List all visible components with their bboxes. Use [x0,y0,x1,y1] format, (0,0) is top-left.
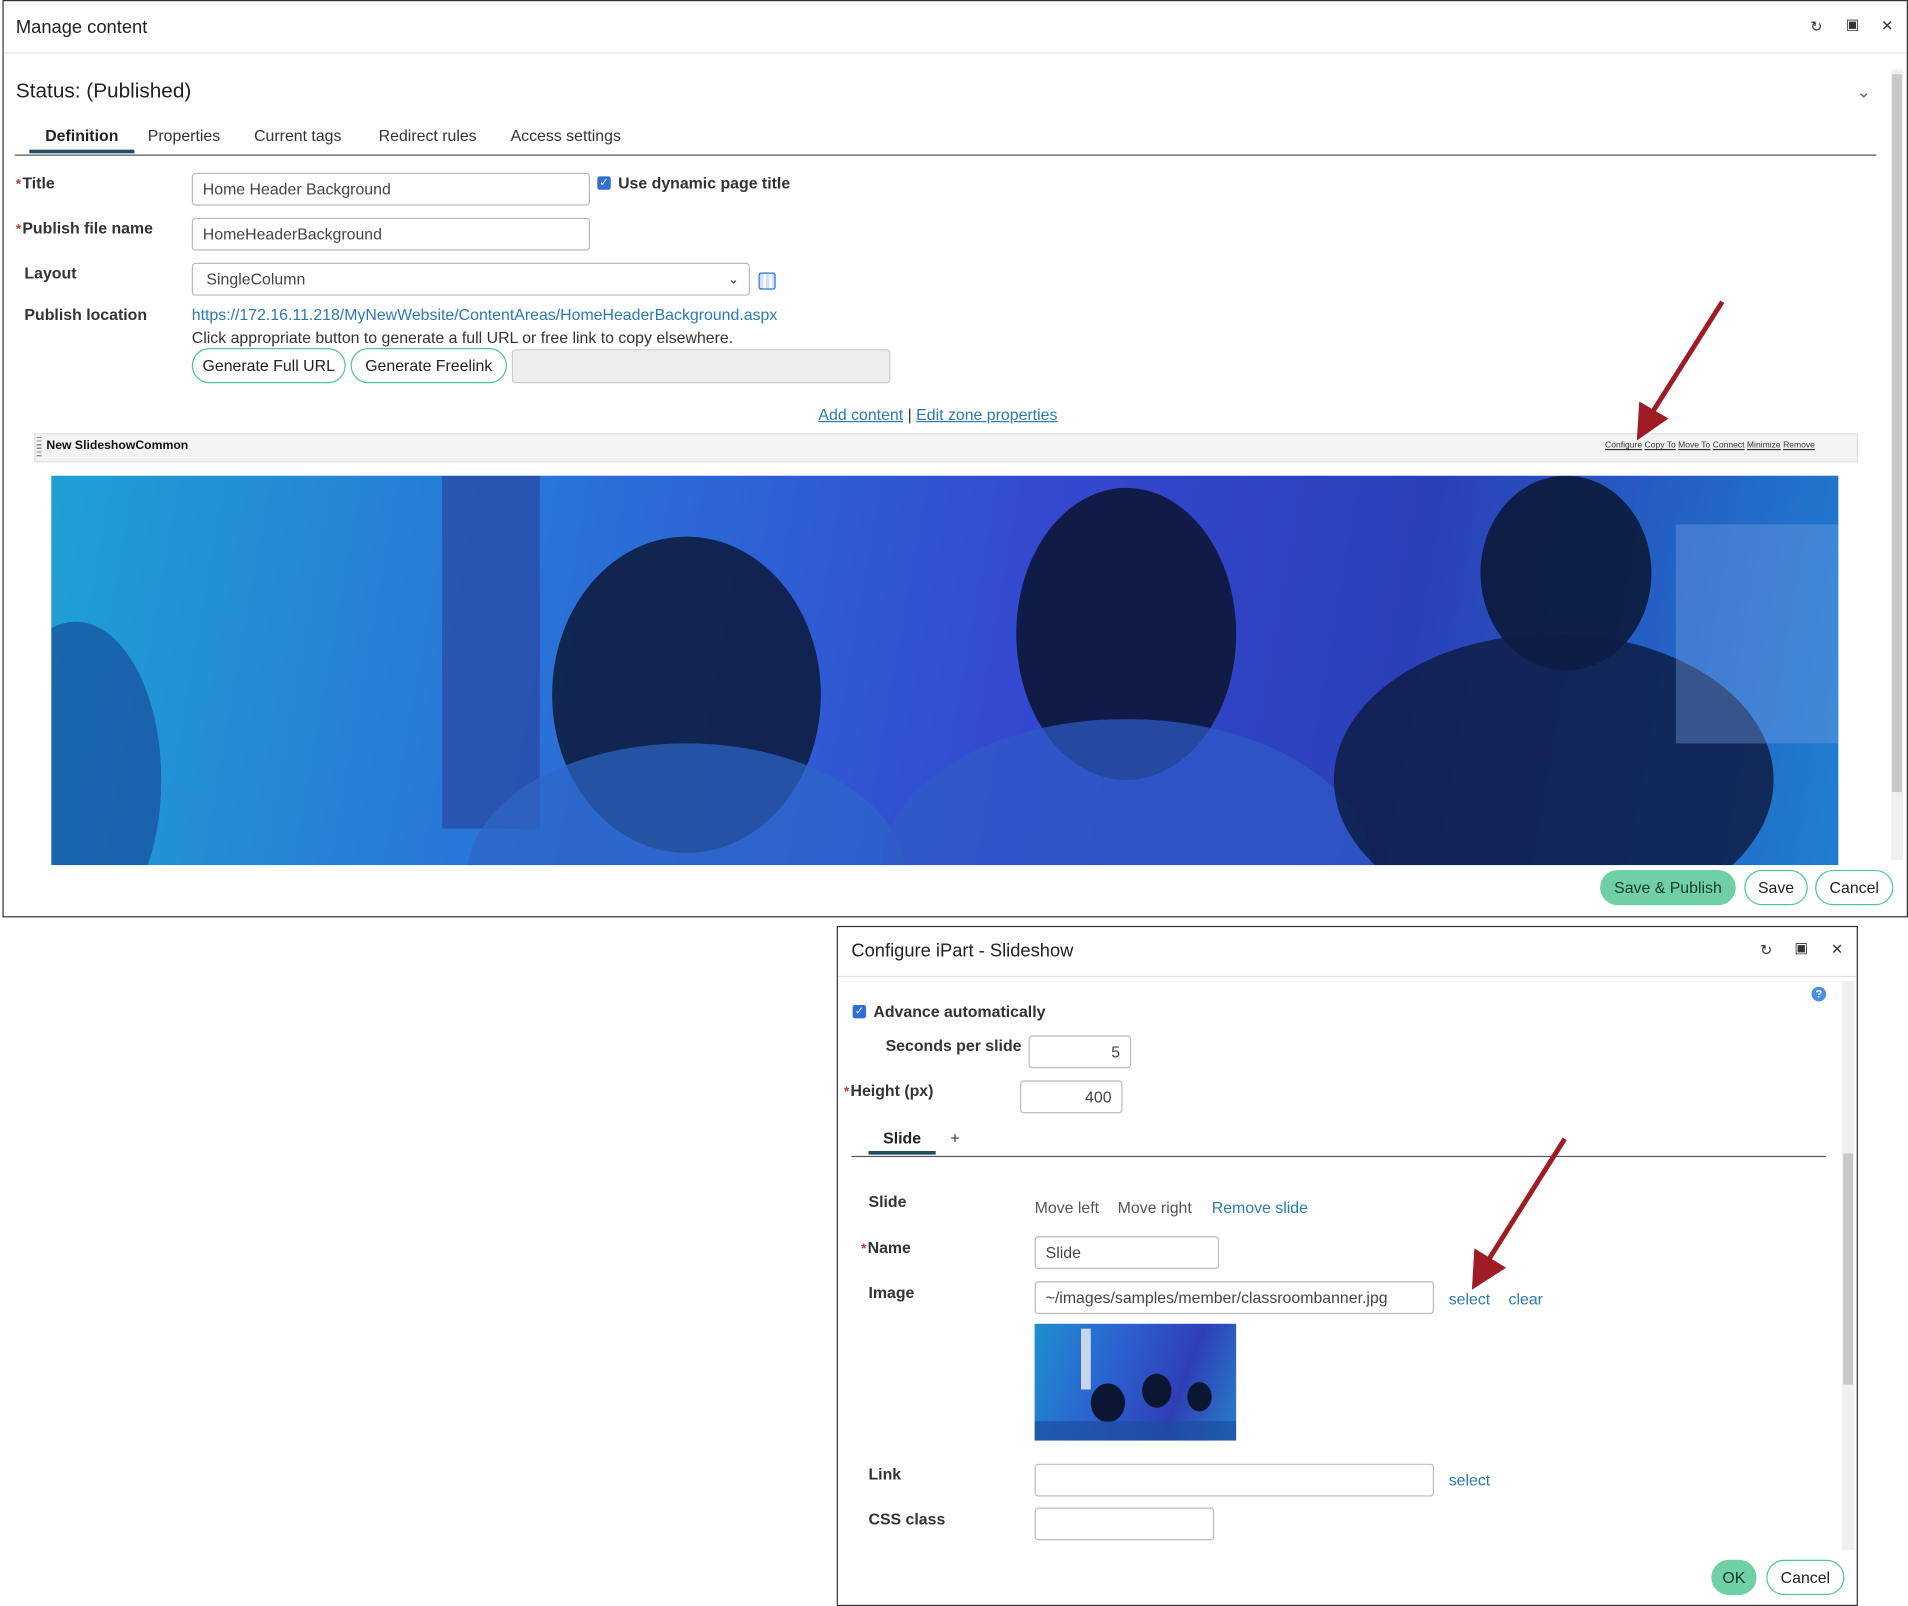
add-content-link[interactable]: Add content [818,405,903,423]
title-label: *Title [15,173,55,193]
generated-link-field[interactable] [511,349,891,384]
close-icon[interactable]: ✕ [1831,941,1843,958]
slideshow-image [51,475,1839,866]
cancel-button[interactable]: Cancel [1815,869,1894,906]
ok-button[interactable]: OK [1711,1559,1757,1596]
height-label: *Height (px) [844,1081,934,1100]
slide-label: Slide [868,1192,907,1211]
generate-full-url-button[interactable]: Generate Full URL [191,347,346,384]
dialog-scrollbar-thumb[interactable] [1843,1153,1854,1385]
dialog-title: Configure iPart - Slideshow [851,940,1074,962]
tab-add-slide[interactable]: + [950,1129,959,1147]
thumbnail-photo-graphic [1034,1328,1237,1441]
maximize-icon[interactable]: ▣ [1846,16,1860,33]
layout-label: Layout [24,264,77,283]
name-label: *Name [861,1238,911,1257]
publish-file-input[interactable]: HomeHeaderBackground [191,217,590,251]
dialog-cancel-button[interactable]: Cancel [1766,1559,1845,1596]
tab-slide[interactable]: Slide [883,1129,921,1147]
refresh-icon[interactable]: ↻ [1760,942,1772,959]
image-path-input[interactable]: ~/images/samples/member/classroombanner.… [1034,1281,1435,1315]
link-input[interactable] [1034,1463,1435,1497]
publish-location-label: Publish location [24,305,148,324]
height-input[interactable]: 400 [1019,1080,1123,1114]
link-select-link[interactable]: select [1449,1471,1490,1489]
tab-access-settings[interactable]: Access settings [511,127,621,145]
image-label: Image [868,1283,915,1302]
layout-select[interactable]: SingleColumn ⌄ [191,262,751,296]
save-button[interactable]: Save [1744,869,1808,906]
maximize-icon[interactable]: ▣ [1794,939,1808,956]
remove-slide-link[interactable]: Remove slide [1212,1198,1308,1216]
status-heading: Status: (Published) [15,79,192,103]
close-icon[interactable]: ✕ [1881,17,1893,34]
dynamic-title-label: Use dynamic page title [618,173,791,193]
manage-content-window: Manage content ↻ ▣ ✕ Status: (Published)… [2,0,1908,918]
tab-properties[interactable]: Properties [148,127,220,145]
tabs-baseline [14,154,1877,156]
red-arrow-configure [1625,292,1747,456]
stage: Manage content ↻ ▣ ✕ Status: (Published)… [0,0,1908,1606]
drag-handle-icon[interactable] [36,436,42,457]
webpart-header [34,433,1858,463]
dialog-title-divider [837,975,1857,978]
chevron-down-icon: ⌄ [727,272,740,288]
advance-checkbox[interactable]: ✓ [852,1004,867,1019]
save-publish-button[interactable]: Save & Publish [1600,869,1736,906]
red-arrow-select [1460,1129,1582,1305]
advance-label: Advance automatically [873,1002,1046,1021]
window-title: Manage content [15,17,148,38]
webpart-name: New SlideshowCommon [46,439,189,453]
move-left-link[interactable]: Move left [1035,1198,1099,1216]
name-input[interactable]: Slide [1034,1236,1220,1270]
refresh-icon[interactable]: ↻ [1810,18,1822,35]
link-label: Link [868,1464,902,1484]
zone-link-separator: | [907,405,912,424]
generate-freelink-button[interactable]: Generate Freelink [350,347,507,384]
layout-select-value: SingleColumn [206,270,306,289]
active-slide-tab-indicator [868,1150,936,1155]
edit-zone-properties-link[interactable]: Edit zone properties [916,405,1057,423]
seconds-label: Seconds per slide [885,1036,1022,1055]
content-scrollbar-thumb[interactable] [1892,74,1902,793]
chevron-down-icon[interactable]: ⌄ [1857,82,1871,103]
move-right-link[interactable]: Move right [1118,1198,1192,1216]
dynamic-title-checkbox[interactable]: ✓ [597,176,611,190]
title-divider [3,52,1907,54]
configure-ipart-window: Configure iPart - Slideshow ↻ ▣ ✕ ? ✓ Ad… [836,925,1858,1606]
css-class-label: CSS class [868,1509,946,1529]
publish-url-link[interactable]: https://172.16.11.218/MyNewWebsite/Conte… [192,305,778,323]
classroom-photo-graphic [51,475,1839,866]
tab-current-tags[interactable]: Current tags [254,127,341,145]
slide-tabs-baseline [851,1155,1827,1158]
image-thumbnail [1034,1323,1237,1441]
tab-definition[interactable]: Definition [45,127,118,145]
title-input[interactable]: Home Header Background [191,172,590,206]
active-tab-indicator [29,149,135,154]
seconds-input[interactable]: 5 [1028,1035,1132,1069]
publish-file-label: *Publish file name [15,219,153,238]
remove-link[interactable]: Remove [1783,442,1815,451]
zone-links: Add content | Edit zone properties [818,405,1057,423]
help-icon[interactable]: ? [1811,986,1827,1002]
minimize-link[interactable]: Minimize [1747,442,1781,451]
layout-preview-icon[interactable] [758,272,776,290]
publish-hint: Click appropriate button to generate a f… [191,328,734,347]
tab-redirect-rules[interactable]: Redirect rules [379,127,477,145]
css-class-input[interactable] [1034,1507,1215,1541]
